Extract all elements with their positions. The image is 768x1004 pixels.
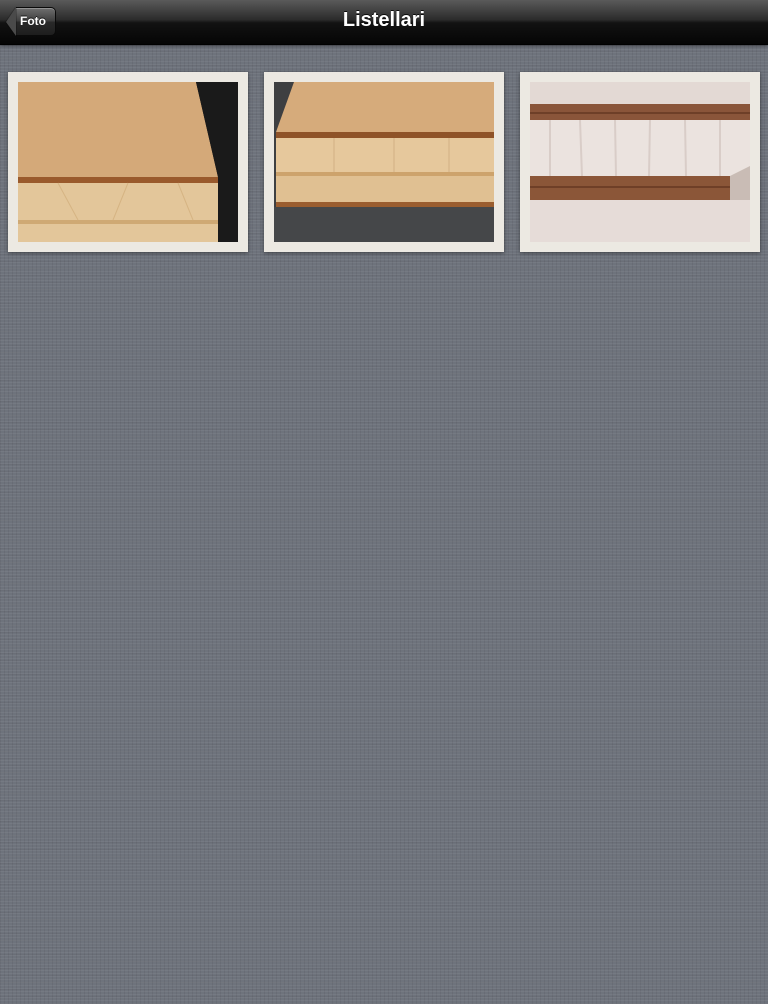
photo-image <box>274 82 494 242</box>
photo-thumbnail-1[interactable] <box>8 72 248 252</box>
photo-image <box>18 82 238 242</box>
photo-thumbnail-2[interactable] <box>264 72 504 252</box>
photo-thumbnail-3[interactable] <box>520 72 760 252</box>
page-title: Listellari <box>342 9 426 31</box>
navigation-bar: Foto Listellari <box>0 0 768 45</box>
photo-image <box>530 82 750 242</box>
